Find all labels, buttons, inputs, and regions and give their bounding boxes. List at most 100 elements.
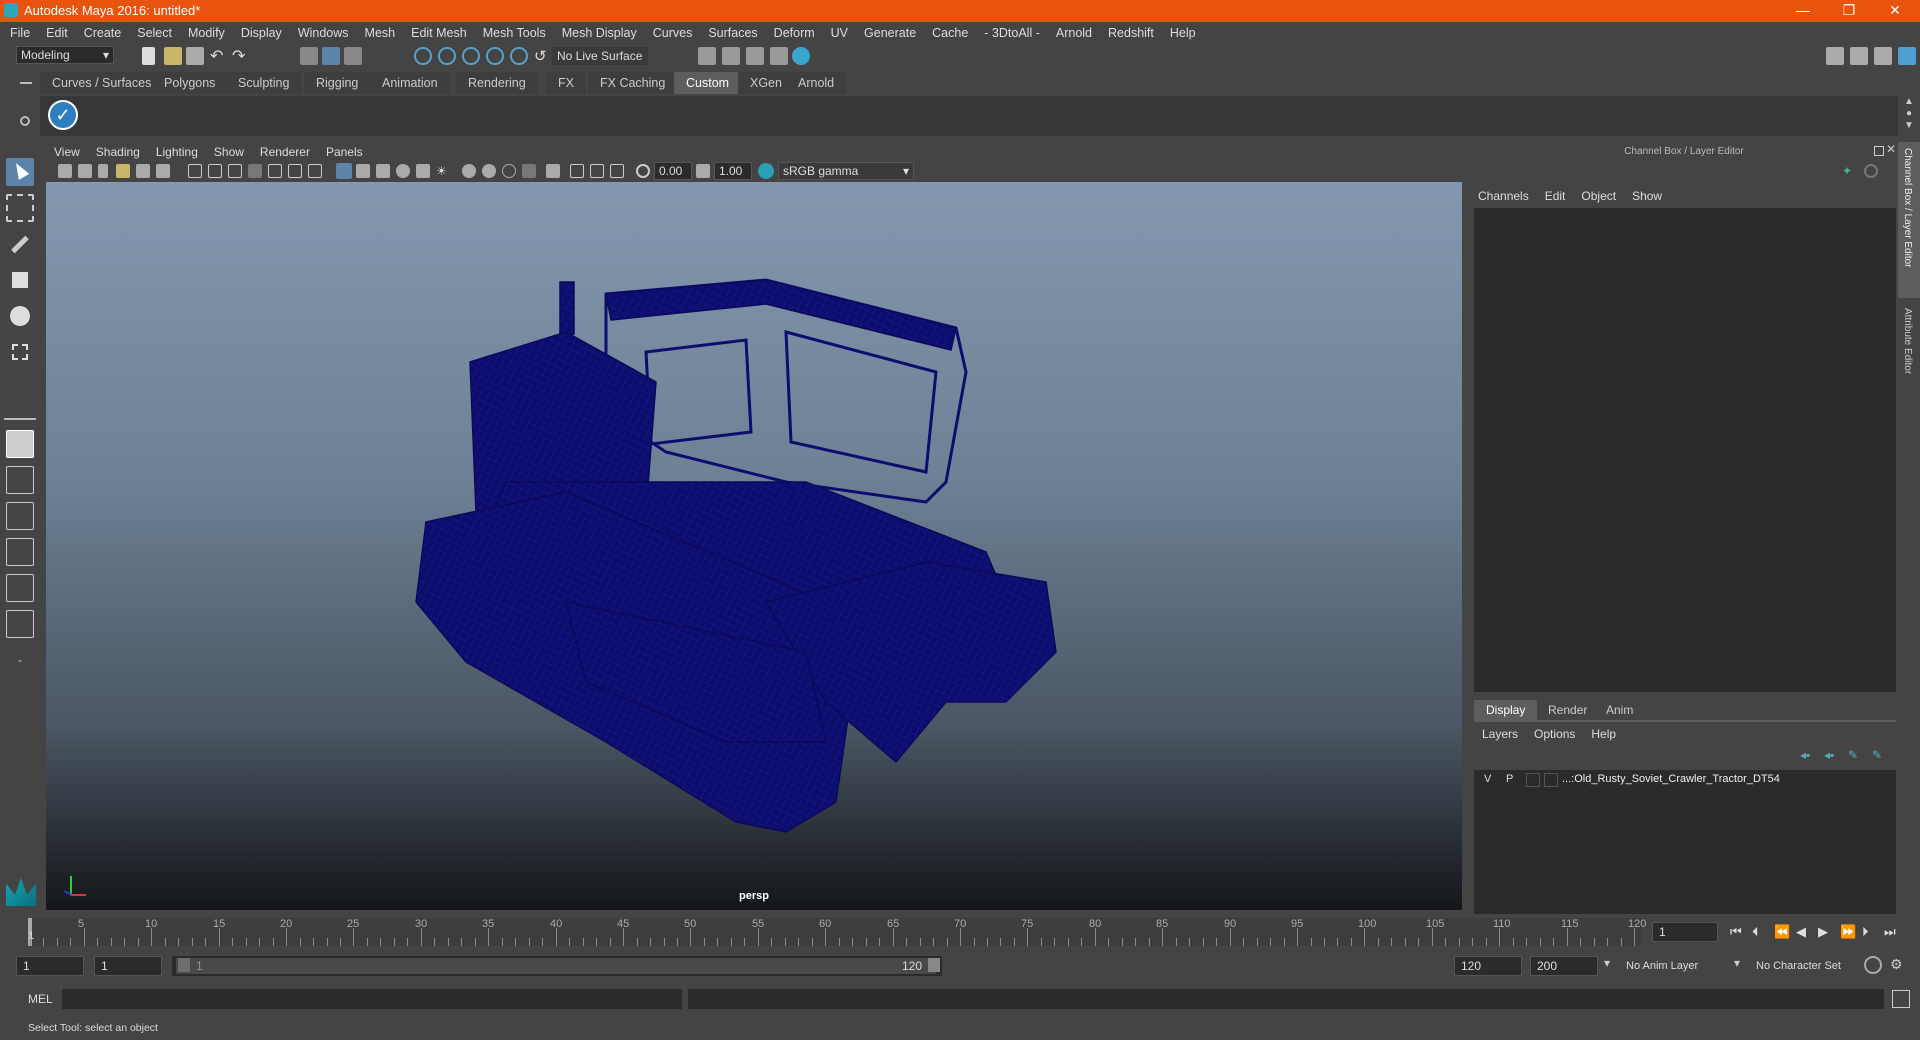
exposure-field[interactable]: 0.00 <box>654 162 692 180</box>
playback-start-field[interactable]: 1 <box>94 956 162 976</box>
minimize-button[interactable]: — <box>1780 0 1826 22</box>
ipr-render-icon[interactable] <box>746 47 764 65</box>
layer-color-swatch[interactable] <box>1544 773 1558 787</box>
shelf-tab-sculpting[interactable]: Sculpting <box>226 72 302 94</box>
shelf-tab-fx-caching[interactable]: FX Caching <box>588 72 678 94</box>
more-layouts-icon[interactable]: - <box>6 646 34 674</box>
move-tool-icon[interactable] <box>6 266 34 294</box>
show-menu[interactable]: Show <box>1624 189 1670 203</box>
attribute-editor-toggle-icon[interactable] <box>1850 47 1868 65</box>
select-by-object-icon[interactable] <box>322 47 340 65</box>
perspective-viewport[interactable]: persp <box>46 182 1462 910</box>
step-forward-key-icon[interactable]: ⏩ <box>1840 924 1862 940</box>
menu-3dtoall[interactable]: - 3DtoAll - <box>976 22 1048 44</box>
checkmark-icon[interactable]: ✓ <box>48 100 78 130</box>
scale-tool-icon[interactable] <box>6 338 34 366</box>
default-material-icon[interactable] <box>376 164 390 178</box>
shelf-tab-custom[interactable]: Custom <box>674 72 742 94</box>
grease-pencil-icon[interactable] <box>156 164 170 178</box>
snap-grid-icon[interactable] <box>414 47 432 65</box>
modeling-toolkit-icon[interactable] <box>1826 47 1844 65</box>
film-gate-icon[interactable] <box>208 164 222 178</box>
select-by-component-icon[interactable] <box>344 47 362 65</box>
shelf-tab-polygons[interactable]: Polygons <box>152 72 228 94</box>
menu-windows[interactable]: Windows <box>290 22 357 44</box>
viewport-menu-show[interactable]: Show <box>206 142 252 162</box>
snap-curve-icon[interactable] <box>438 47 456 65</box>
undo-icon[interactable]: ↶ <box>210 46 228 65</box>
screen-space-ao-icon[interactable] <box>482 164 496 178</box>
command-input[interactable] <box>62 989 682 1009</box>
menu-curves[interactable]: Curves <box>645 22 701 44</box>
wireframe-on-shaded-icon[interactable] <box>396 164 410 178</box>
tractor-wireframe-model[interactable] <box>46 182 1462 910</box>
layers-menu[interactable]: Layers <box>1474 727 1526 741</box>
viewport-menu-renderer[interactable]: Renderer <box>252 142 318 162</box>
render-settings-icon[interactable] <box>698 47 716 65</box>
layer-row[interactable]: V P ...:Old_Rusty_Soviet_Crawler_Tractor… <box>1474 770 1896 790</box>
menu-mesh-tools[interactable]: Mesh Tools <box>475 22 554 44</box>
menu-modify[interactable]: Modify <box>180 22 233 44</box>
open-scene-icon[interactable] <box>164 47 182 65</box>
snap-live-surface-icon[interactable] <box>510 47 528 65</box>
step-back-icon[interactable]: ⏴ <box>1752 924 1774 940</box>
menu-display[interactable]: Display <box>233 22 290 44</box>
grid-icon[interactable] <box>188 164 202 178</box>
layer-display-type-toggle[interactable] <box>1526 773 1540 787</box>
safe-title-icon[interactable] <box>308 164 322 178</box>
chevron-down-icon[interactable]: ▾ <box>1604 956 1610 970</box>
rotate-tool-icon[interactable] <box>6 302 34 330</box>
new-scene-icon[interactable] <box>142 47 155 65</box>
viewport-menu-panels[interactable]: Panels <box>318 142 371 162</box>
channel-box-toggle-icon[interactable] <box>1898 47 1916 65</box>
select-tool-icon[interactable] <box>6 158 34 186</box>
go-to-end-icon[interactable]: ⏭ <box>1884 924 1906 940</box>
menu-cache[interactable]: Cache <box>924 22 976 44</box>
time-slider[interactable]: 1 5 10 15 20 25 30 35 40 45 50 55 60 65 70 75 80 85 90 95 1… <box>28 918 1646 946</box>
menu-file[interactable]: File <box>2 22 38 44</box>
play-backwards-icon[interactable]: ◀ <box>1796 924 1818 940</box>
camera-select-icon[interactable] <box>58 164 72 178</box>
camera-attributes-icon[interactable] <box>78 164 92 178</box>
layer-tab-anim[interactable]: Anim <box>1594 700 1645 720</box>
move-layer-up-icon[interactable]: ◂▪ <box>1800 748 1810 762</box>
channel-box-icon[interactable]: ✦ <box>1842 164 1856 178</box>
menu-create[interactable]: Create <box>76 22 130 44</box>
shelf-tab-curves-surfaces[interactable]: Curves / Surfaces <box>40 72 164 94</box>
live-surface-field[interactable]: No Live Surface <box>552 47 648 65</box>
render-frame-icon[interactable] <box>722 47 740 65</box>
step-forward-icon[interactable]: ⏵ <box>1862 924 1884 940</box>
start-time-field[interactable]: 1 <box>16 956 84 976</box>
layer-tab-render[interactable]: Render <box>1536 700 1599 720</box>
menu-mesh[interactable]: Mesh <box>357 22 404 44</box>
bookmark-icon[interactable] <box>98 164 108 178</box>
gate-mask-icon[interactable] <box>248 164 262 178</box>
x-ray-icon[interactable] <box>416 164 430 178</box>
move-layer-down-icon[interactable]: ◂▪ <box>1824 748 1834 762</box>
shelf-tab-fx[interactable]: FX <box>546 72 586 94</box>
channel-box-settings-icon[interactable] <box>1864 164 1878 178</box>
viewport-menu-view[interactable]: View <box>46 142 88 162</box>
new-layer-selected-icon[interactable]: ✎ <box>1872 748 1882 762</box>
menu-generate[interactable]: Generate <box>856 22 924 44</box>
anim-layer-dropdown[interactable]: No Anim Layer <box>1620 956 1720 976</box>
snap-point-icon[interactable] <box>462 47 480 65</box>
menu-arnold[interactable]: Arnold <box>1048 22 1100 44</box>
animation-preferences-icon[interactable]: ⚙ <box>1890 956 1908 974</box>
auto-key-icon[interactable] <box>1864 956 1882 974</box>
shelf-scroll-arrows[interactable]: ▲ ● ▼ <box>1898 96 1920 136</box>
single-perspective-layout-icon[interactable] <box>6 430 34 458</box>
lasso-tool-icon[interactable] <box>6 194 34 222</box>
shelf-settings-icon[interactable] <box>20 116 30 126</box>
layer-tab-display[interactable]: Display <box>1474 700 1538 720</box>
color-space-dropdown[interactable]: sRGB gamma ▾ <box>778 162 914 180</box>
new-layer-icon[interactable]: ✎ <box>1848 748 1858 762</box>
outliner-persp-graph-layout-icon[interactable] <box>6 574 34 602</box>
step-back-key-icon[interactable]: ⏪ <box>1774 924 1796 940</box>
xray-joints-icon[interactable] <box>570 164 584 178</box>
shelf-tab-rigging[interactable]: Rigging <box>304 72 371 94</box>
field-chart-icon[interactable] <box>268 164 282 178</box>
workspace-dropdown[interactable]: Modeling ▾ <box>16 46 114 64</box>
menu-edit[interactable]: Edit <box>38 22 76 44</box>
shadows-icon[interactable] <box>462 164 476 178</box>
